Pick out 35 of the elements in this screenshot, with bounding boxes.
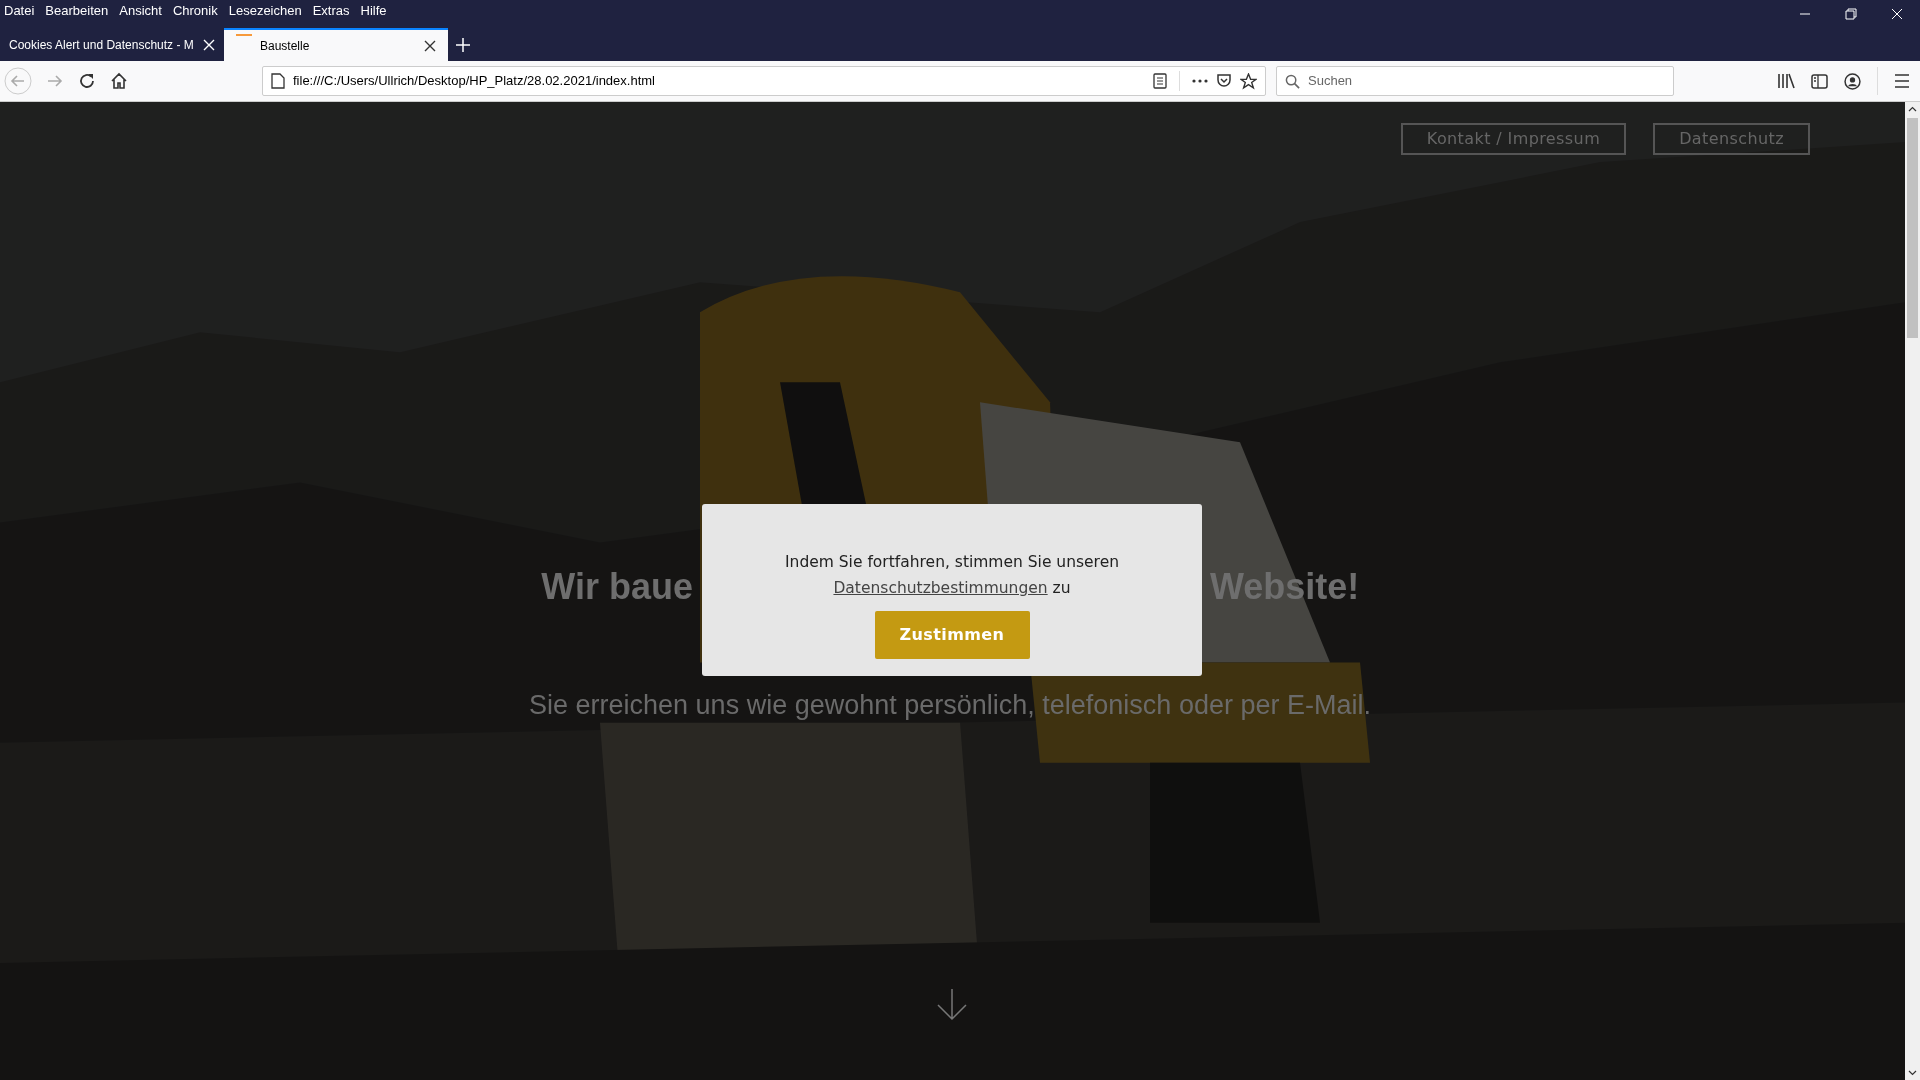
home-icon[interactable] (110, 72, 128, 90)
star-icon[interactable] (1240, 72, 1257, 90)
subtitle-text: Sie erreichen uns wie gewohnt persönlich, telefonisch oder per E-Mail. (528, 689, 1372, 722)
heading-text: Wir baue (541, 565, 693, 609)
tab[interactable]: Baustelle (224, 28, 448, 61)
search-field[interactable]: Suchen (1276, 66, 1674, 96)
tab-title: Baustelle (260, 37, 311, 55)
pocket-icon[interactable] (1216, 73, 1232, 89)
menu-item[interactable]: Datei (4, 1, 35, 21)
tab-title: Cookies Alert und Datenschutz - M (9, 36, 195, 54)
search-icon (1285, 73, 1300, 89)
more-icon[interactable] (1192, 79, 1208, 83)
menu-item[interactable]: Extras (312, 1, 350, 21)
consent-text: Indem Sie fortfahren, stimmen Sie unseren Datenschutzbestimmungen zu (784, 552, 1120, 599)
account-icon[interactable] (1844, 72, 1861, 90)
menu-item[interactable]: Chronik (172, 1, 218, 21)
menu-item[interactable]: Hilfe (360, 1, 387, 21)
page-icon (271, 73, 285, 89)
reload-icon[interactable] (78, 72, 96, 90)
library-icon[interactable] (1777, 73, 1795, 89)
close-icon[interactable] (424, 39, 436, 52)
menu-item[interactable]: Bearbeiten (45, 1, 109, 21)
menu-item[interactable]: Lesezeichen (228, 1, 302, 21)
menu-icon[interactable] (1894, 74, 1910, 88)
tab[interactable]: Cookies Alert und Datenschutz - M (0, 28, 224, 61)
scrollbar-thumb[interactable] (1907, 118, 1918, 338)
reader-view-icon[interactable] (1153, 73, 1167, 89)
scrollbar[interactable] (1905, 102, 1920, 1080)
menu-item[interactable]: Ansicht (119, 1, 162, 21)
search-input[interactable]: Suchen (1308, 71, 1665, 91)
new-tab-icon[interactable] (456, 37, 470, 52)
sidebar-icon[interactable] (1811, 73, 1828, 89)
privacy-link[interactable]: Datenschutzbestimmungen (833, 579, 1048, 597)
heading-text: Website! (1210, 565, 1360, 609)
address-field[interactable]: file:///C:/Users/Ullrich/Desktop/HP_Platz/28.02.2021/index.html (262, 66, 1266, 96)
